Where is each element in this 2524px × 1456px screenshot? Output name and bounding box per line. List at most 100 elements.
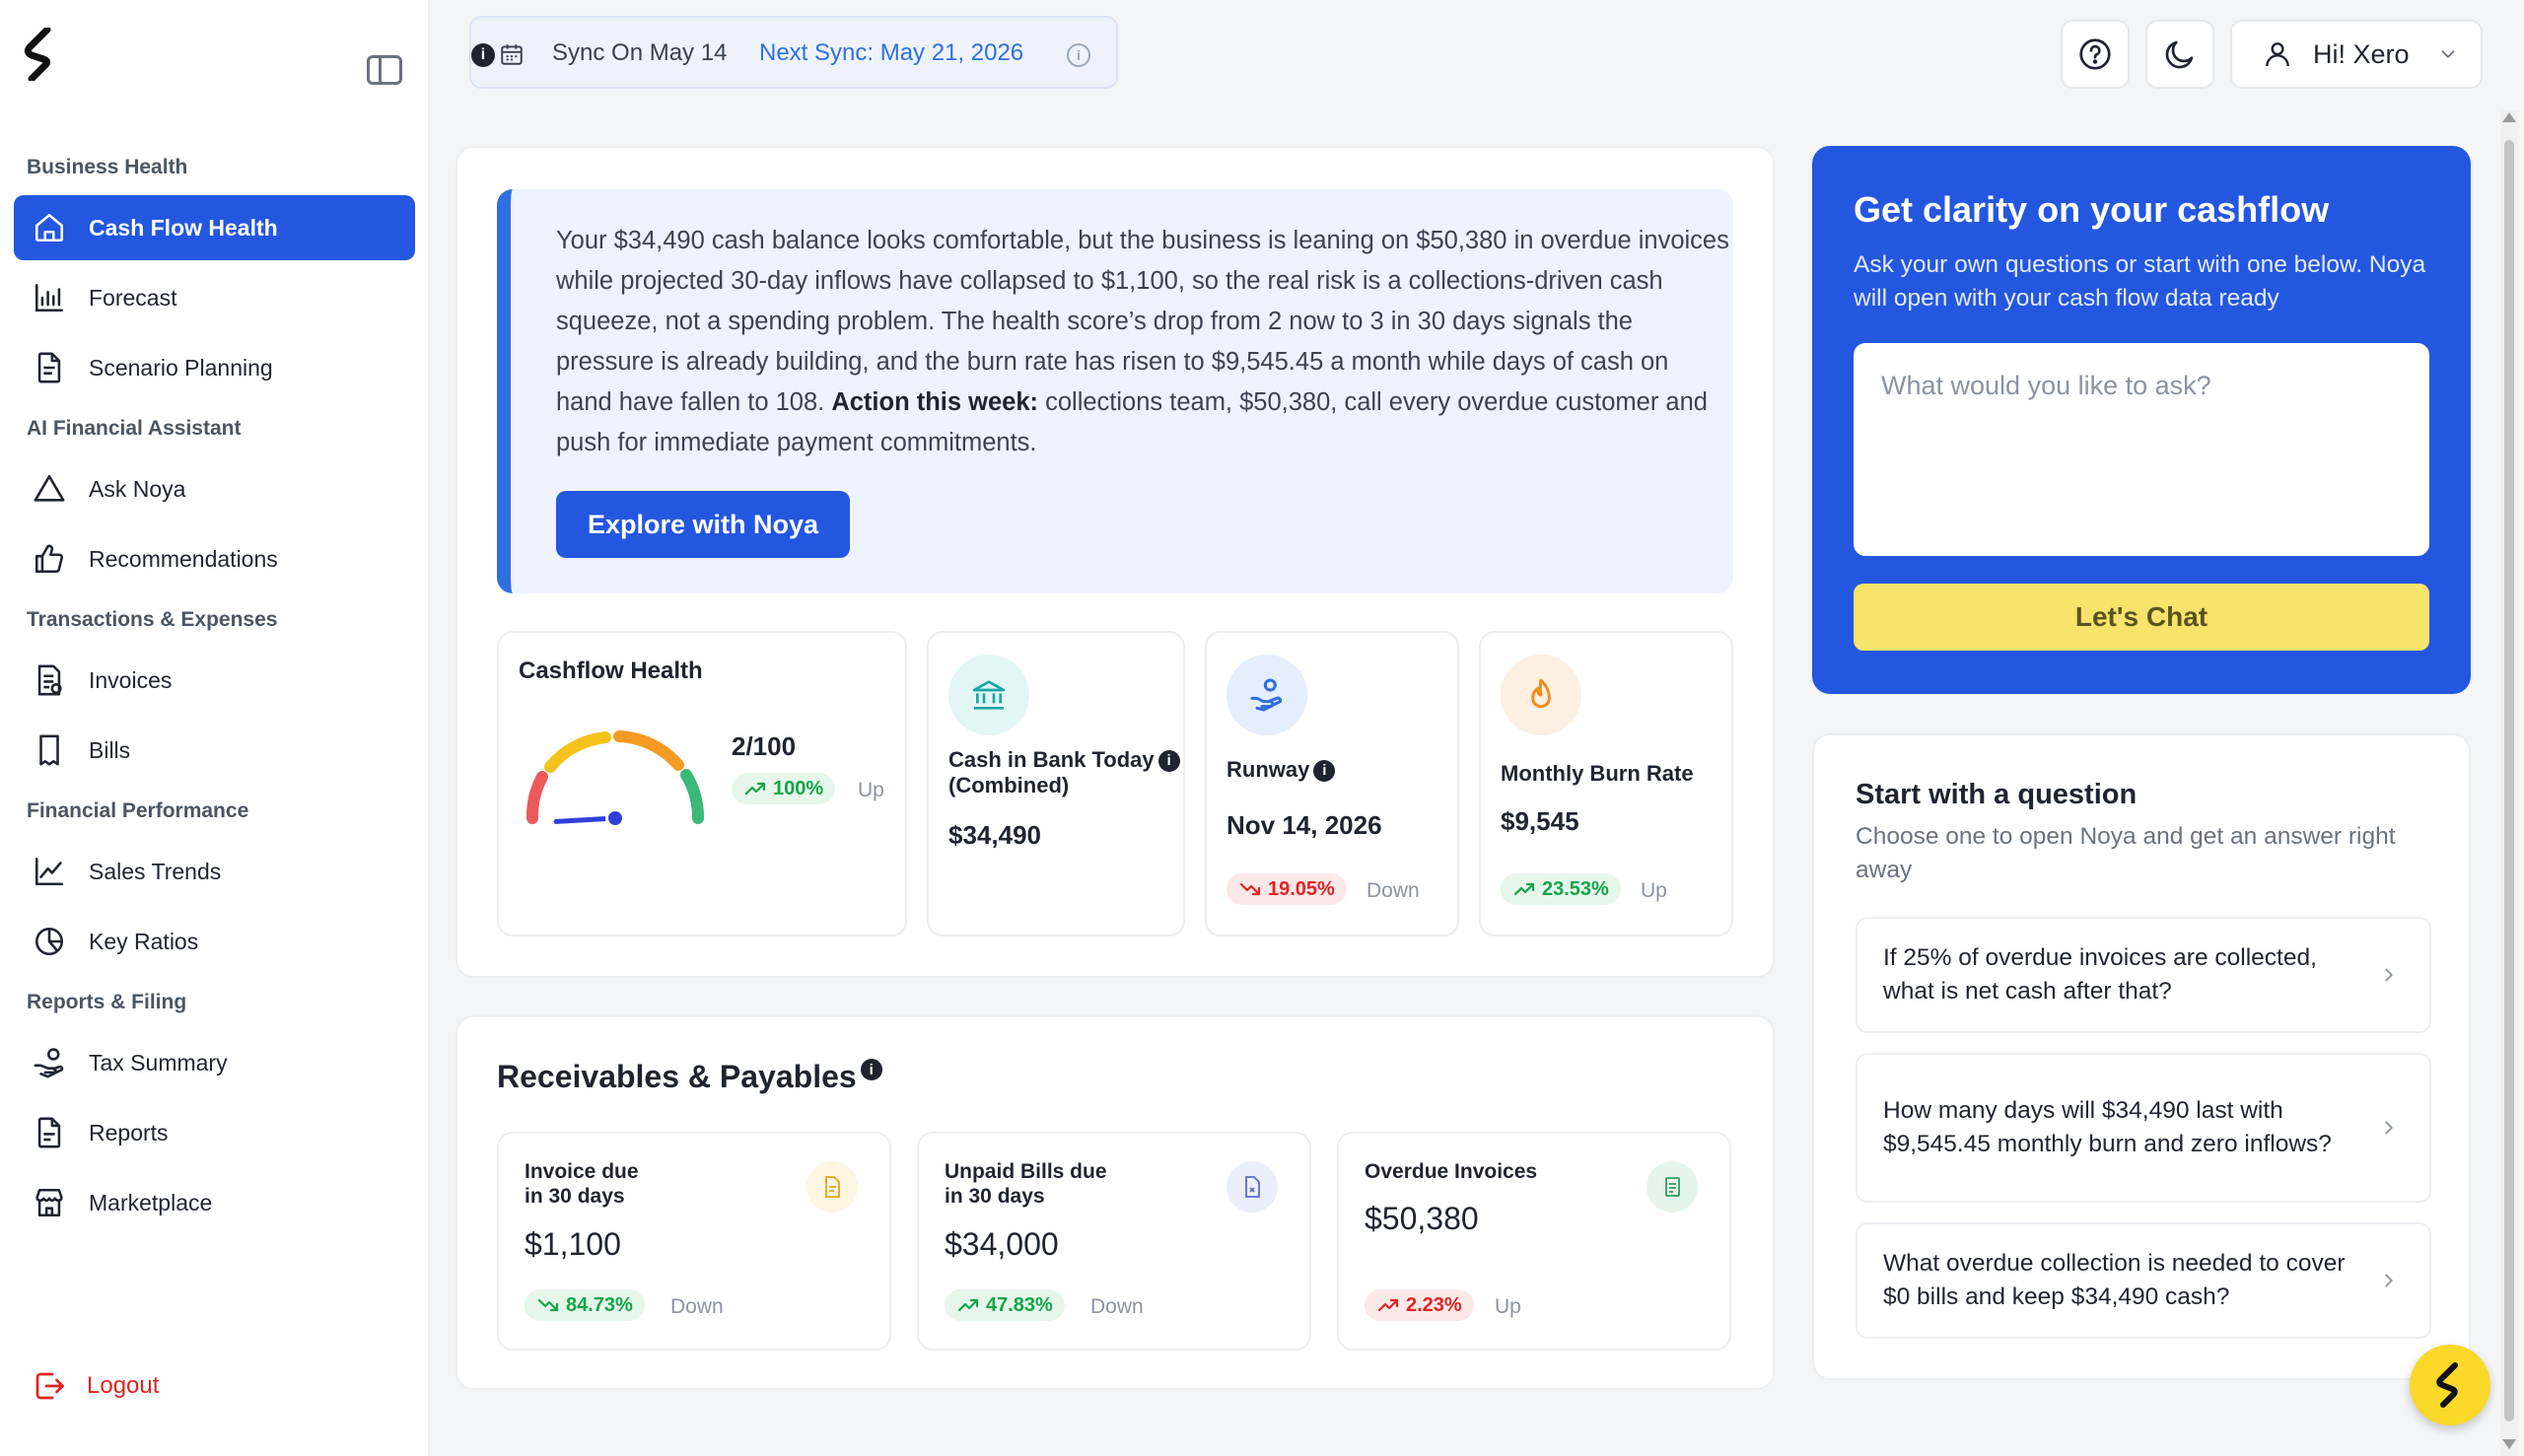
thumbs-up-icon xyxy=(32,541,67,577)
ai-summary-box: Your $34,490 cash balance looks comforta… xyxy=(497,189,1733,593)
burn-rate-card[interactable]: Monthly Burn Rate $9,545 23.53% Up xyxy=(1479,631,1733,936)
logout-button[interactable]: Logout xyxy=(32,1368,159,1404)
sync-status-bar: i Sync On May 14 Next Sync: May 21, 2026… xyxy=(469,16,1118,89)
calendar-icon xyxy=(501,44,523,65)
chat-question-input[interactable] xyxy=(1854,343,2429,556)
bank-icon xyxy=(948,655,1029,735)
sidebar-item-ask-noya[interactable]: Ask Noya xyxy=(14,456,415,521)
cash-in-bank-value: $34,490 xyxy=(948,820,1041,850)
ai-summary-text: Your $34,490 cash balance looks comforta… xyxy=(556,227,1729,456)
last-sync-text: Sync On May 14 xyxy=(552,39,728,66)
info-icon[interactable]: i xyxy=(860,1059,882,1080)
scrollbar-thumb[interactable] xyxy=(2504,140,2514,1421)
runway-value: Nov 14, 2026 xyxy=(1227,810,1382,840)
sidebar-item-reports[interactable]: Reports xyxy=(14,1100,415,1165)
unpaid-bills-trend-label: Down xyxy=(1090,1295,1144,1318)
sidebar-item-label: Reports xyxy=(89,1119,169,1145)
flame-icon xyxy=(1501,655,1581,735)
sidebar-item-recommendations[interactable]: Recommendations xyxy=(14,526,415,591)
chevron-down-icon xyxy=(2441,50,2455,59)
suggested-question-3[interactable]: What overdue collection is needed to cov… xyxy=(1856,1222,2431,1339)
store-icon xyxy=(32,1185,67,1220)
user-icon xyxy=(2266,42,2289,67)
sidebar-collapse-icon[interactable] xyxy=(367,55,402,85)
triangle-icon xyxy=(32,471,67,507)
sidebar-item-scenario-planning[interactable]: Scenario Planning xyxy=(14,335,415,400)
trend-up-icon xyxy=(744,782,766,796)
sidebar-item-forecast[interactable]: Forecast xyxy=(14,265,415,330)
trend-down-icon xyxy=(1239,882,1261,896)
sidebar-item-key-ratios[interactable]: Key Ratios xyxy=(14,909,415,974)
sidebar-item-label: Cash Flow Health xyxy=(89,214,278,241)
sidebar-item-label: Invoices xyxy=(89,666,173,693)
runway-title: Runway i xyxy=(1227,757,1336,783)
receivables-title: Receivables & Payables i xyxy=(497,1059,882,1095)
ask-noya-card: Get clarity on your cashflow Ask your ow… xyxy=(1812,146,2471,694)
invoice-icon xyxy=(32,662,67,698)
trend-down-icon xyxy=(537,1298,559,1312)
suggested-question-1[interactable]: If 25% of overdue invoices are collected… xyxy=(1856,917,2431,1033)
overdue-invoices-card[interactable]: Overdue Invoices $50,380 2.23% Up xyxy=(1337,1132,1731,1351)
user-menu-button[interactable]: Hi! Xero xyxy=(2230,20,2483,89)
app-logo-icon xyxy=(2436,1362,2458,1408)
help-button[interactable] xyxy=(2061,20,2130,89)
sidebar-item-cash-flow-health[interactable]: Cash Flow Health xyxy=(14,195,415,260)
section-transactions-expenses: Transactions & Expenses xyxy=(27,608,278,631)
theme-toggle-button[interactable] xyxy=(2145,20,2214,89)
sidebar-item-label: Marketplace xyxy=(89,1189,213,1215)
chat-title: Get clarity on your cashflow xyxy=(1854,189,2330,230)
line-chart-icon xyxy=(32,854,67,889)
trend-up-icon xyxy=(957,1298,979,1312)
suggested-question-2[interactable]: How many days will $34,490 last with $9,… xyxy=(1856,1053,2431,1203)
section-reports-filing: Reports & Filing xyxy=(27,991,187,1013)
cash-in-bank-card[interactable]: Cash in Bank Today i (Combined) $34,490 xyxy=(927,631,1185,936)
next-sync-text: Next Sync: May 21, 2026 xyxy=(759,39,1024,66)
overdue-doc-icon xyxy=(1647,1161,1698,1213)
info-icon[interactable]: i xyxy=(1157,750,1180,773)
burn-rate-trend-label: Up xyxy=(1641,879,1667,902)
app-logo[interactable] xyxy=(24,28,57,81)
health-gauge xyxy=(526,730,705,828)
unpaid-bills-card[interactable]: Unpaid Bills due in 30 days $34,000 47.83… xyxy=(917,1132,1311,1351)
scroll-up-arrow[interactable] xyxy=(2502,112,2516,122)
invoice-doc-icon xyxy=(806,1161,858,1213)
health-score: 2/100 xyxy=(732,731,797,761)
logout-icon xyxy=(35,1372,64,1400)
sidebar-item-marketplace[interactable]: Marketplace xyxy=(14,1170,415,1235)
explore-with-noya-button[interactable]: Explore with Noya xyxy=(556,491,850,558)
cashflow-health-card[interactable]: Cashflow Health 2/100 100% Up xyxy=(497,631,907,936)
invoice-due-change-pill: 84.73% xyxy=(525,1289,645,1321)
trend-up-icon xyxy=(1513,882,1535,896)
invoice-due-card[interactable]: Invoice due in 30 days $1,100 84.73% Down xyxy=(497,1132,891,1351)
invoice-due-value: $1,100 xyxy=(525,1226,621,1262)
hand-coin-icon xyxy=(32,1045,67,1080)
user-greeting: Hi! Xero xyxy=(2313,38,2410,69)
question-text: If 25% of overdue invoices are collected… xyxy=(1883,944,2317,1005)
lets-chat-button[interactable]: Let's Chat xyxy=(1854,584,2429,651)
scroll-down-arrow[interactable] xyxy=(2502,1439,2516,1449)
sidebar-item-label: Bills xyxy=(89,736,131,763)
sidebar-item-label: Sales Trends xyxy=(89,858,222,884)
burn-rate-change-pill: 23.53% xyxy=(1501,873,1621,905)
section-financial-performance: Financial Performance xyxy=(27,799,249,822)
burn-rate-title: Monthly Burn Rate xyxy=(1501,761,1694,786)
bill-icon xyxy=(32,732,67,768)
question-text: What overdue collection is needed to cov… xyxy=(1883,1250,2346,1310)
receivables-payables-card: Receivables & Payables i Invoice due in 30… xyxy=(456,1015,1775,1390)
sidebar-item-tax-summary[interactable]: Tax Summary xyxy=(14,1030,415,1095)
chevron-right-icon xyxy=(2385,1121,2394,1135)
pie-chart-icon xyxy=(32,924,67,959)
sidebar-item-bills[interactable]: Bills xyxy=(14,718,415,783)
bill-doc-icon xyxy=(1227,1161,1278,1213)
question-text: How many days will $34,490 last with $9,… xyxy=(1883,1097,2332,1157)
sidebar-item-invoices[interactable]: Invoices xyxy=(14,648,415,713)
runway-card[interactable]: Runway i Nov 14, 2026 19.05% Down xyxy=(1205,631,1459,936)
info-icon[interactable]: i xyxy=(1313,760,1336,783)
next-sync-info-icon[interactable]: i xyxy=(1067,43,1090,67)
noya-chat-fab-button[interactable] xyxy=(2410,1345,2490,1425)
burn-rate-value: $9,545 xyxy=(1501,806,1579,836)
page-scrollbar[interactable] xyxy=(2500,110,2518,1456)
trend-up-icon xyxy=(1377,1298,1399,1312)
info-icon[interactable]: i xyxy=(471,43,495,67)
sidebar-item-sales-trends[interactable]: Sales Trends xyxy=(14,839,415,904)
